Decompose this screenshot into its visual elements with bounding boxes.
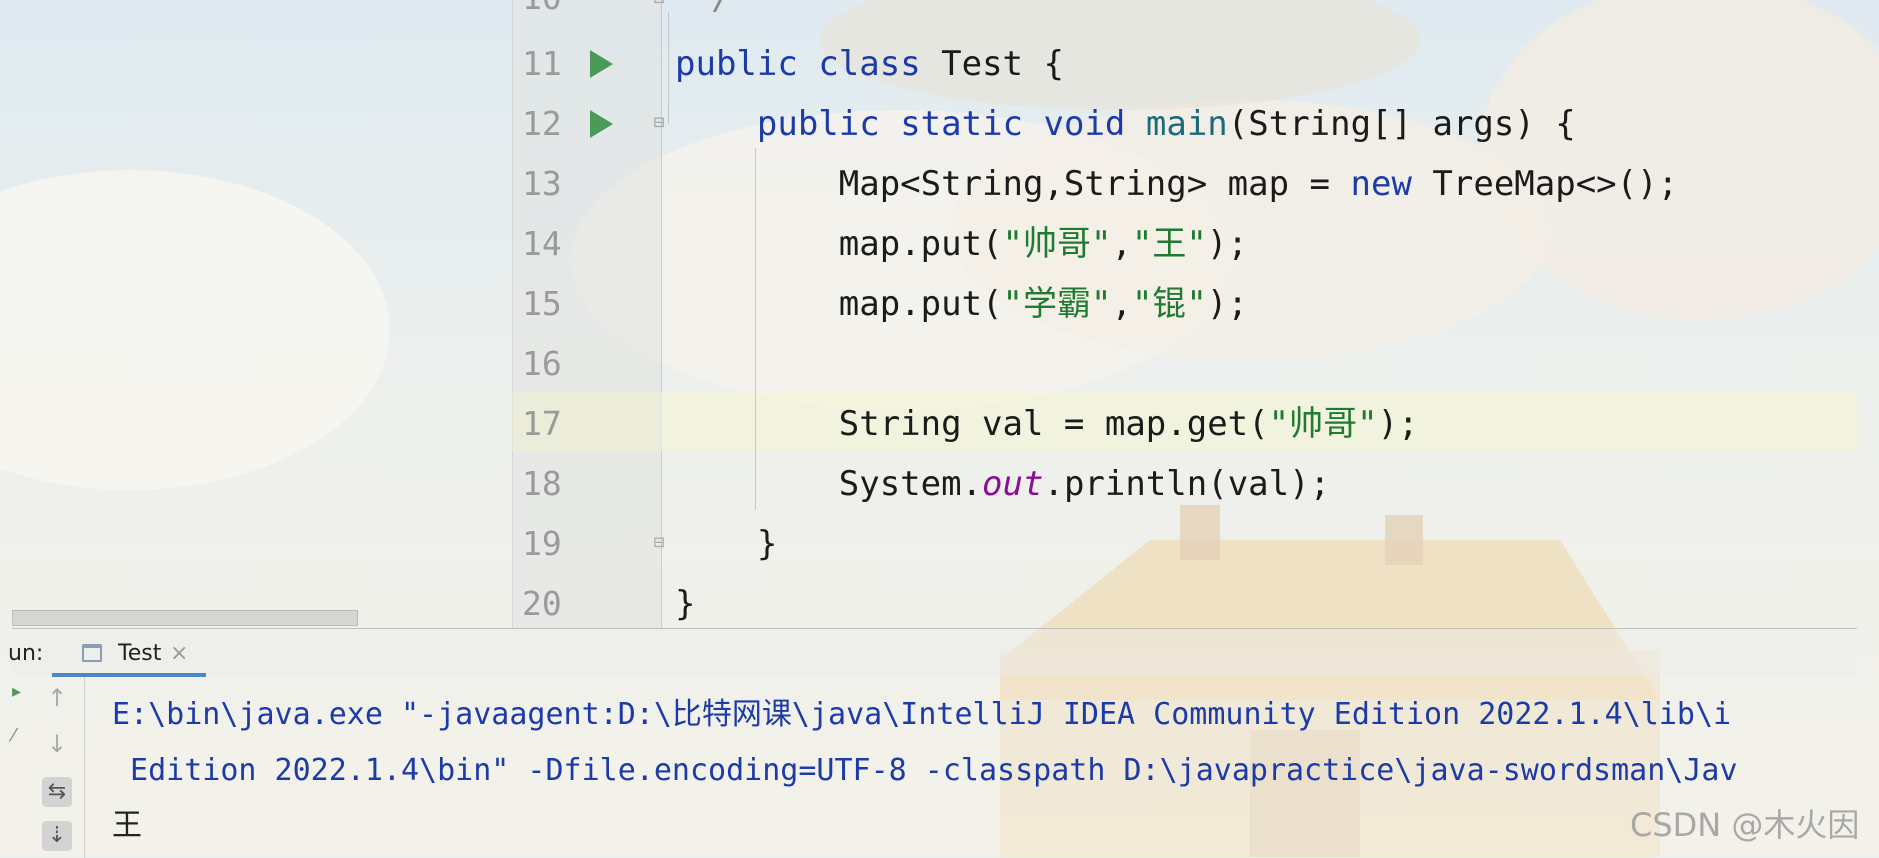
- code-text: }: [675, 514, 777, 574]
- code-token: out: [982, 464, 1044, 504]
- console-line: 王: [112, 808, 142, 843]
- code-token: map.put(: [675, 224, 1003, 264]
- line-number: 19: [522, 524, 562, 563]
- code-token: );: [1377, 404, 1419, 444]
- run-gutter-icon[interactable]: [590, 50, 613, 78]
- run-tool-header: un: Test ×: [8, 629, 1857, 677]
- close-icon[interactable]: ×: [170, 629, 188, 679]
- line-number: 10: [522, 0, 578, 28]
- code-token: new: [1350, 164, 1412, 204]
- code-line[interactable]: 18 System.out.println(val);: [512, 454, 1857, 514]
- line-number: 15: [522, 284, 562, 323]
- run-tool-window: un: Test × ▸ ⁄ ↑ ↓ ⇆ ⇣ E:\bin\java.exe "…: [8, 628, 1857, 858]
- fold-end-icon[interactable]: ⊟: [648, 532, 670, 556]
- line-number: 11: [522, 44, 562, 83]
- code-token: String val = map.get(: [675, 404, 1269, 444]
- code-token: main: [1145, 104, 1228, 144]
- console-line: Edition 2022.1.4\bin" -Dfile.encoding=UT…: [112, 753, 1738, 788]
- run-tool-label: un:: [8, 641, 44, 666]
- code-editor[interactable]: 10 ⊟ */ 11public class Test {12 public s…: [512, 0, 1857, 628]
- code-line[interactable]: 19 }: [512, 514, 1857, 574]
- code-token: map.put(: [675, 284, 1003, 324]
- code-token: "学霸": [1002, 284, 1112, 324]
- code-token: class: [818, 44, 921, 84]
- code-token: Test {: [920, 44, 1064, 84]
- code-token: "帅哥": [1002, 224, 1112, 264]
- code-line[interactable]: 13 Map<String,String> map = new TreeMap<…: [512, 154, 1857, 214]
- line-number: 17: [522, 404, 562, 443]
- code-token: "帅哥": [1268, 404, 1378, 444]
- code-text: public class Test {: [675, 34, 1064, 94]
- code-text: */: [692, 0, 733, 28]
- code-text: map.put("学霸","锟");: [675, 274, 1248, 334]
- left-empty-pane: [12, 0, 512, 626]
- code-token: );: [1206, 224, 1248, 264]
- code-token: void: [1043, 104, 1126, 144]
- code-line[interactable]: 12 public static void main(String[] args…: [512, 94, 1857, 154]
- code-token: (String[] args) {: [1227, 104, 1576, 144]
- code-token: }: [675, 584, 696, 624]
- down-arrow-icon[interactable]: ↓: [42, 729, 72, 759]
- code-token: .println(val);: [1043, 464, 1331, 504]
- tab-label: Test: [118, 641, 162, 666]
- tab-test[interactable]: Test ×: [52, 629, 206, 675]
- wrench-icon-partial[interactable]: ⁄: [12, 725, 15, 746]
- code-token: System.: [675, 464, 983, 504]
- code-line[interactable]: 15 map.put("学霸","锟");: [512, 274, 1857, 334]
- code-line[interactable]: 17 String val = map.get("帅哥");: [512, 394, 1857, 454]
- fold-end-icon[interactable]: ⊟: [648, 0, 670, 12]
- code-line[interactable]: 16: [512, 334, 1857, 394]
- fold-start-icon[interactable]: ⊟: [648, 112, 670, 136]
- run-toolbar: ▸ ⁄ ↑ ↓ ⇆ ⇣: [12, 677, 85, 858]
- run-gutter-icon[interactable]: [590, 110, 613, 138]
- code-line[interactable]: 14 map.put("帅哥","王");: [512, 214, 1857, 274]
- code-text: public static void main(String[] args) {: [675, 94, 1576, 154]
- code-line[interactable]: 20}: [512, 574, 1857, 634]
- code-text: Map<String,String> map = new TreeMap<>()…: [675, 154, 1678, 214]
- line-number: 14: [522, 224, 562, 263]
- console-window-icon: [82, 644, 102, 662]
- code-token: "锟": [1131, 284, 1207, 324]
- code-token: "王": [1131, 224, 1207, 264]
- console-output[interactable]: E:\bin\java.exe "-javaagent:D:\比特网课\java…: [112, 677, 1857, 858]
- horizontal-scrollbar[interactable]: [12, 610, 358, 626]
- code-token: Map<String,String> map =: [675, 164, 1351, 204]
- code-token: ,: [1111, 224, 1132, 264]
- line-number: 18: [522, 464, 562, 503]
- line-number: 16: [522, 344, 562, 383]
- up-arrow-icon[interactable]: ↑: [42, 683, 72, 713]
- watermark: CSDN @木火因: [1630, 806, 1860, 844]
- rerun-icon-partial[interactable]: ▸: [12, 681, 21, 702]
- code-token: ,: [1111, 284, 1132, 324]
- scroll-to-end-icon[interactable]: ⇣: [42, 821, 72, 851]
- code-line-partial: 10 ⊟ */: [512, 0, 1857, 28]
- code-token: static: [900, 104, 1024, 144]
- line-number: 20: [522, 584, 562, 623]
- code-text: String val = map.get("帅哥");: [675, 394, 1419, 454]
- code-line[interactable]: 11 public class Test {: [512, 34, 1857, 94]
- code-token: }: [675, 524, 778, 564]
- console-line: E:\bin\java.exe "-javaagent:D:\比特网课\java…: [112, 697, 1732, 732]
- soft-wrap-icon[interactable]: ⇆: [42, 777, 72, 807]
- code-token: TreeMap<>();: [1411, 164, 1679, 204]
- code-text: }: [675, 574, 695, 634]
- code-token: public: [675, 44, 798, 84]
- code-token: public: [756, 104, 880, 144]
- code-text: map.put("帅哥","王");: [675, 214, 1248, 274]
- code-token: );: [1206, 284, 1248, 324]
- line-number: 12: [522, 104, 562, 143]
- code-text: System.out.println(val);: [675, 454, 1330, 514]
- line-number: 13: [522, 164, 562, 203]
